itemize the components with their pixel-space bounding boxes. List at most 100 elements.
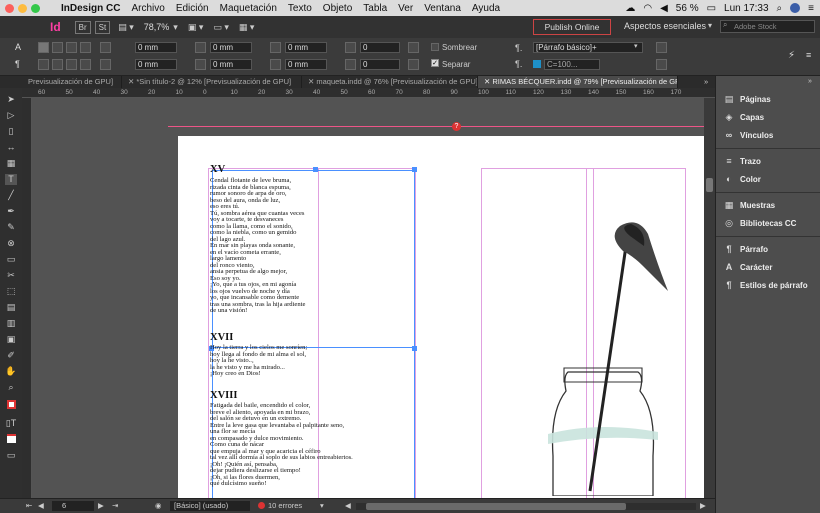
page-left[interactable]: XV Cendal flotante de leve bruma, rizada… — [178, 136, 448, 498]
frame-handle[interactable] — [412, 167, 417, 172]
align-towards-spine-icon[interactable] — [80, 42, 91, 53]
menu-ayuda[interactable]: Ayuda — [472, 3, 500, 14]
space-after-field[interactable]: 0 mm — [285, 59, 327, 70]
creative-cloud-icon[interactable]: ☁ — [625, 3, 635, 14]
stock-button[interactable]: St — [94, 20, 111, 34]
wifi-icon[interactable]: ◠ — [643, 3, 652, 14]
justify-right-icon[interactable] — [66, 59, 77, 70]
panel-bibliotecas-cc[interactable]: ◎ Bibliotecas CC — [716, 215, 820, 231]
fill-stroke-swatch-icon[interactable] — [5, 400, 17, 411]
frame-handle[interactable] — [412, 346, 417, 351]
hand-tool-icon[interactable]: ✋ — [5, 366, 17, 377]
frame-options-icon[interactable]: ▣ ▾ — [188, 22, 204, 33]
drop-cap-lines-field[interactable]: 0 — [360, 42, 400, 53]
align-center-icon[interactable] — [52, 42, 63, 53]
tabs-overflow-icon[interactable]: » — [704, 77, 708, 86]
align-right-icon[interactable] — [66, 42, 77, 53]
left-indent-field[interactable]: 0 mm — [135, 42, 177, 53]
justify-left-icon[interactable] — [38, 59, 49, 70]
justify-all-icon[interactable] — [80, 59, 91, 70]
sombrear-checkbox[interactable] — [431, 43, 439, 51]
free-transform-tool-icon[interactable]: ⬚ — [5, 286, 17, 297]
document-canvas[interactable]: ? XV Cendal flotante de leve bruma, riza… — [32, 98, 704, 498]
collapse-panel-icon[interactable]: » — [808, 78, 812, 85]
preflight-errors[interactable]: 10 errores — [268, 501, 302, 510]
panel-caracter[interactable]: A Carácter — [716, 259, 820, 275]
zoom-dropdown-icon[interactable]: ▾ — [173, 22, 178, 33]
character-controls-icon[interactable]: A — [15, 42, 21, 52]
zoom-level[interactable]: 78,7% — [144, 22, 170, 32]
bridge-button[interactable]: Br — [74, 20, 91, 34]
menu-edicion[interactable]: Edición — [176, 3, 209, 14]
eyedropper-tool-icon[interactable]: ✐ — [5, 350, 17, 361]
right-indent-field[interactable]: 0 mm — [210, 42, 252, 53]
first-line-indent-field[interactable]: 0 mm — [135, 59, 177, 70]
menu-maquetacion[interactable]: Maquetación — [220, 3, 277, 14]
preflight-error-icon[interactable] — [258, 502, 265, 509]
panel-color[interactable]: ◐ Color — [716, 171, 820, 187]
justify-center-icon[interactable] — [52, 59, 63, 70]
frame-handle[interactable] — [313, 167, 318, 172]
battery-label[interactable]: 56 % — [676, 3, 699, 14]
pen-tool-icon[interactable]: ✒ — [5, 206, 17, 217]
last-line-indent-field[interactable]: 0 mm — [210, 59, 252, 70]
gradient-feather-tool-icon[interactable]: ▥ — [5, 318, 17, 329]
menu-list-icon[interactable]: ≡ — [808, 3, 814, 14]
content-collector-icon[interactable]: ▦ — [5, 158, 17, 169]
columns-icon[interactable] — [656, 59, 667, 70]
numbered-list-icon[interactable] — [408, 59, 419, 70]
user-avatar[interactable] — [790, 3, 801, 13]
page-warning-icon[interactable]: ? — [452, 122, 461, 131]
ellipse-frame-tool-icon[interactable]: ⊗ — [5, 238, 17, 249]
paragraph-style-dropdown-icon[interactable]: ▾ — [634, 42, 638, 50]
gradient-tool-icon[interactable]: ▤ — [5, 302, 17, 313]
note-tool-icon[interactable]: ▣ — [5, 334, 17, 345]
view-options-icon[interactable]: ▤ ▾ — [118, 22, 134, 33]
page-number-field[interactable]: 6 — [52, 501, 94, 511]
jar-flower-illustration[interactable] — [508, 196, 688, 496]
control-menu-icon[interactable]: ≡ — [806, 50, 811, 60]
direct-selection-tool-icon[interactable]: ▷ — [5, 110, 17, 121]
panel-vinculos[interactable]: ∞ Vínculos — [716, 127, 820, 143]
space-before-field[interactable]: 0 mm — [285, 42, 327, 53]
scroll-left-icon[interactable]: ◀ — [345, 501, 351, 510]
separar-checkbox[interactable]: ✓ — [431, 59, 439, 67]
tab-doc-1[interactable]: Previsualización de GPU] — [22, 76, 122, 88]
style-status[interactable]: [Básico] (usado) — [170, 501, 250, 511]
menu-objeto[interactable]: Objeto — [323, 3, 352, 14]
app-menu[interactable]: InDesign CC — [61, 3, 120, 14]
drop-cap-chars-field[interactable]: 0 — [360, 59, 400, 70]
prev-page-icon[interactable]: ◀ — [38, 501, 44, 510]
workspace-switcher[interactable]: Aspectos esenciales — [624, 21, 706, 31]
scroll-thumb[interactable] — [706, 178, 713, 192]
stroke-swatch-icon[interactable] — [6, 400, 16, 409]
menu-ver[interactable]: Ver — [398, 3, 413, 14]
menu-texto[interactable]: Texto — [288, 3, 312, 14]
formatting-affects-icon[interactable]: ▯T — [5, 418, 17, 429]
poem-body-xviii[interactable]: Fatigada del baile, encendido el color, … — [210, 402, 353, 488]
zoom-tool-icon[interactable]: ⌕ — [5, 382, 17, 393]
panel-estilos-parrafo[interactable]: ¶ Estilos de párrafo — [716, 277, 820, 293]
vertical-scrollbar[interactable] — [704, 98, 715, 498]
arrange-docs-icon[interactable]: ▦ ▾ — [239, 22, 255, 33]
panel-muestras[interactable]: ▦ Muestras — [716, 197, 820, 213]
horizontal-ruler[interactable]: 60 50 40 30 20 10 0 10 20 30 40 50 60 70 80 90 100 110 120… — [22, 88, 715, 98]
quick-apply-icon[interactable]: ⚡ — [788, 50, 795, 61]
apply-none-icon[interactable] — [5, 434, 17, 445]
scissors-tool-icon[interactable]: ✂ — [5, 270, 17, 281]
panel-paginas[interactable]: ▤ Páginas — [716, 91, 820, 107]
panel-trazo[interactable]: ≡ Trazo — [716, 153, 820, 169]
rectangle-tool-icon[interactable]: ▭ — [5, 254, 17, 265]
h-scroll-thumb[interactable] — [366, 503, 626, 510]
last-page-icon[interactable]: ⇥ — [112, 501, 118, 510]
screen-mode-icon[interactable]: ▭ ▾ — [213, 22, 229, 33]
paragraph-style-options-icon[interactable] — [656, 42, 667, 53]
panel-parrafo[interactable]: ¶ Párrafo — [716, 241, 820, 257]
horizontal-scrollbar[interactable] — [356, 503, 696, 510]
paragraph-style-select[interactable]: [Párrafo básico]+ — [533, 42, 643, 53]
panel-capas[interactable]: ◈ Capas — [716, 109, 820, 125]
preflight-dropdown-icon[interactable]: ▾ — [320, 501, 324, 510]
tab-doc-active[interactable]: ✕ RIMAS BÉCQUER.indd @ 79% [Previsualiza… — [478, 76, 678, 88]
volume-icon[interactable]: ◀ — [660, 3, 668, 14]
line-tool-icon[interactable]: ╱ — [5, 190, 17, 201]
